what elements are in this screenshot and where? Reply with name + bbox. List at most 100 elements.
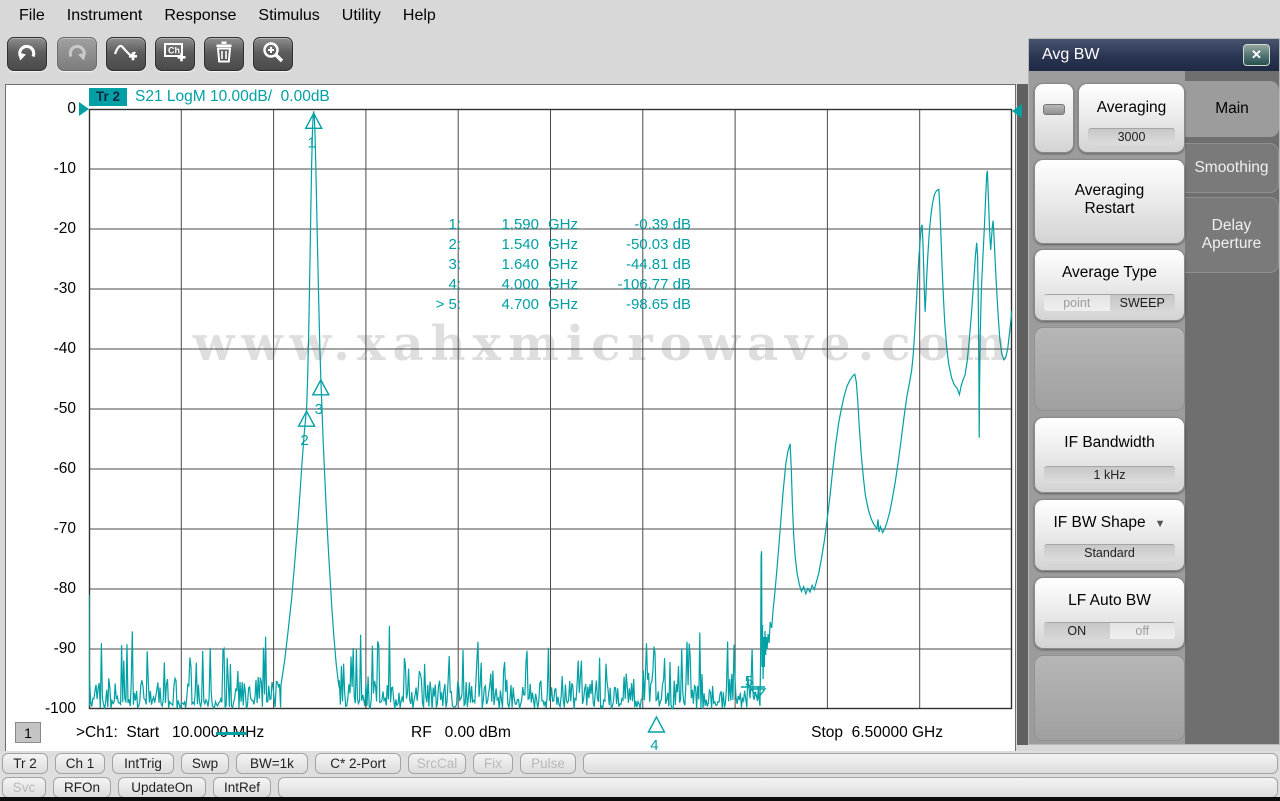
status-svc: Svc <box>2 777 46 798</box>
window-bottom-edge <box>0 797 1280 801</box>
status-intref[interactable]: IntRef <box>213 777 271 798</box>
marker-mfreq: 4.700 <box>461 295 539 315</box>
y-tick--60: -60 <box>24 459 76 479</box>
add-channel-icon: Ch <box>162 39 188 70</box>
ref-level-indicator-left[interactable] <box>79 102 89 116</box>
if-bw-shape-button[interactable]: IF BW Shape▼ Standard <box>1034 499 1185 571</box>
trace-badge[interactable]: Tr 2 <box>89 88 127 106</box>
status-pulse: Pulse <box>520 753 576 774</box>
y-tick--80: -80 <box>24 579 76 599</box>
y-tick-0: 0 <box>24 99 76 119</box>
rf-power-label: RF 0.00 dBm <box>411 724 511 742</box>
chart-canvas: 12345 <box>89 109 1034 759</box>
averaging-restart-label: Averaging Restart <box>1055 182 1164 218</box>
trash-icon <box>211 39 237 70</box>
lf-auto-bw-segment[interactable]: ON off <box>1044 622 1175 639</box>
marker-mfreq: 1.640 <box>461 255 539 275</box>
add-channel-button[interactable]: Ch <box>155 37 195 71</box>
y-tick--100: -100 <box>24 699 76 719</box>
menu-item-instrument[interactable]: Instrument <box>56 2 154 30</box>
channel-badge[interactable]: 1 <box>15 722 41 743</box>
marker-2-label: 2 <box>300 432 308 449</box>
redo-button <box>57 37 97 71</box>
averaging-button[interactable]: Averaging 3000 <box>1078 83 1185 153</box>
marker-munit: GHz <box>539 275 585 295</box>
tab-main[interactable]: Main <box>1185 81 1279 137</box>
lf-auto-bw-button[interactable]: LF Auto BW ON off <box>1034 577 1185 649</box>
status-bw-1k[interactable]: BW=1k <box>236 753 308 774</box>
delete-button[interactable] <box>204 37 244 71</box>
status-fix: Fix <box>473 753 513 774</box>
status-filler <box>583 753 1278 774</box>
y-tick--20: -20 <box>24 219 76 239</box>
averaging-led-indicator <box>1043 104 1065 115</box>
marker-1-label: 1 <box>308 134 316 151</box>
average-type-option-point[interactable]: point <box>1044 295 1110 311</box>
y-tick--10: -10 <box>24 159 76 179</box>
marker-mnum: 3: <box>411 255 461 275</box>
add-trace-button[interactable] <box>106 37 146 71</box>
if-bandwidth-button[interactable]: IF Bandwidth 1 kHz <box>1034 417 1185 493</box>
svg-text:Ch: Ch <box>168 45 180 55</box>
zoom-in-icon <box>260 39 286 70</box>
marker-mval: -106.77 dB <box>585 275 691 295</box>
status-c-2-port[interactable]: C* 2-Port <box>315 753 401 774</box>
plot-footer: 1 >Ch1: Start 10.0000 MHz RF 0.00 dBm St… <box>6 719 1015 751</box>
grid-lines <box>89 109 1012 709</box>
stimulus-stop-label: Stop 6.50000 GHz <box>761 724 943 742</box>
tab-delay-aperture[interactable]: Delay Aperture <box>1185 197 1279 273</box>
status-row-2: Svc RFOn UpdateOn IntRef <box>2 777 1278 798</box>
marker-row-1: 1:1.590GHz-0.39 dB <box>411 215 691 235</box>
if-bandwidth-value[interactable]: 1 kHz <box>1044 466 1175 483</box>
status-ch-1[interactable]: Ch 1 <box>55 753 105 774</box>
redo-icon <box>64 39 90 70</box>
marker-row-2: 2:1.540GHz-50.03 dB <box>411 235 691 255</box>
status-inttrig[interactable]: IntTrig <box>112 753 174 774</box>
marker-munit: GHz <box>539 295 585 315</box>
lf-auto-bw-option-on[interactable]: ON <box>1044 623 1110 639</box>
lf-auto-bw-option-off[interactable]: off <box>1110 623 1176 639</box>
status-row-1: Tr 2Ch 1IntTrigSwpBW=1kC* 2-PortSrcCalFi… <box>2 753 1278 774</box>
undo-button[interactable] <box>7 37 47 71</box>
zoom-in-button[interactable] <box>253 37 293 71</box>
toolbar: Ch <box>0 31 1024 81</box>
average-type-segment[interactable]: point SWEEP <box>1044 294 1175 311</box>
status-rfon[interactable]: RFOn <box>53 777 111 798</box>
average-type-button[interactable]: Average Type point SWEEP <box>1034 249 1185 321</box>
trace-header[interactable]: Tr 2 S21 LogM 10.00dB/ 0.00dB <box>89 88 330 106</box>
averaging-restart-button[interactable]: Averaging Restart <box>1034 159 1185 244</box>
averaging-toggle-button[interactable] <box>1034 83 1074 153</box>
y-tick--50: -50 <box>24 399 76 419</box>
averaging-value[interactable]: 3000 <box>1088 128 1175 145</box>
menu-item-file[interactable]: File <box>8 2 56 30</box>
tab-smoothing[interactable]: Smoothing <box>1185 143 1279 193</box>
avg-bw-panel: Avg BW ✕ Main SmoothingDelay Aperture Ave… <box>1028 38 1280 745</box>
marker-mnum: 4: <box>411 275 461 295</box>
marker-mval: -98.65 dB <box>585 295 691 315</box>
menu-item-stimulus[interactable]: Stimulus <box>247 2 330 30</box>
status-updateon[interactable]: UpdateOn <box>118 777 206 798</box>
average-type-label: Average Type <box>1035 264 1184 282</box>
y-tick--90: -90 <box>24 639 76 659</box>
marker-mfreq: 1.590 <box>461 215 539 235</box>
average-type-option-sweep[interactable]: SWEEP <box>1110 295 1176 311</box>
plot-markers[interactable]: 12345 <box>299 113 765 754</box>
status-bar: Tr 2Ch 1IntTrigSwpBW=1kC* 2-PortSrcCalFi… <box>0 751 1280 797</box>
panel-title-bar: Avg BW ✕ <box>1029 39 1279 71</box>
marker-mnum: 2: <box>411 235 461 255</box>
menu-item-help[interactable]: Help <box>392 2 447 30</box>
status-tr-2[interactable]: Tr 2 <box>2 753 48 774</box>
if-bandwidth-label: IF Bandwidth <box>1035 434 1184 452</box>
empty-button-1 <box>1034 327 1185 411</box>
if-bw-shape-value[interactable]: Standard <box>1044 544 1175 561</box>
status-swp[interactable]: Swp <box>181 753 229 774</box>
if-bw-shape-text: IF BW Shape <box>1053 514 1145 531</box>
y-tick--30: -30 <box>24 279 76 299</box>
menu-item-response[interactable]: Response <box>153 2 247 30</box>
menu-item-utility[interactable]: Utility <box>331 2 392 30</box>
trace-format-label: S21 LogM 10.00dB/ 0.00dB <box>135 88 330 106</box>
close-icon[interactable]: ✕ <box>1243 44 1270 66</box>
marker-mnum: > 5: <box>411 295 461 315</box>
undo-icon <box>14 39 40 70</box>
marker-row-3: 3:1.640GHz-44.81 dB <box>411 255 691 275</box>
